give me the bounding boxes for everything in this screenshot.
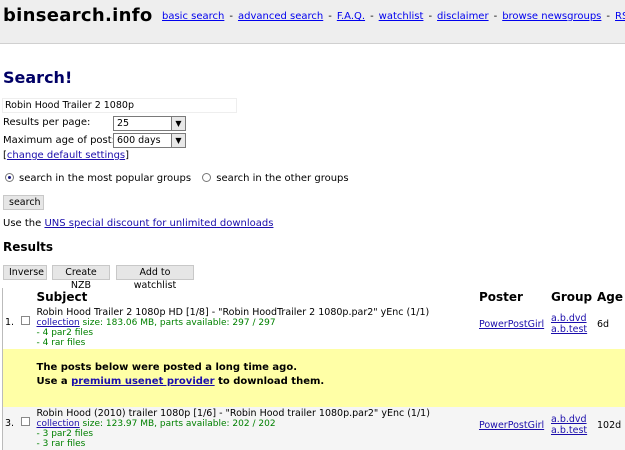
inverse-button[interactable]: Inverse	[3, 265, 47, 280]
group-link-dvd[interactable]: a.b.dvd	[551, 414, 587, 425]
nav-advanced-search[interactable]: advanced search	[238, 11, 323, 22]
search-input[interactable]: Robin Hood Trailer 2 1080p	[2, 98, 237, 113]
notice-line-1: The posts below were posted a long time …	[37, 361, 624, 375]
other-groups-label: search in the other groups	[216, 173, 348, 184]
nav-basic-search[interactable]: basic search	[162, 11, 224, 22]
site-logo[interactable]: binsearch.info	[3, 5, 153, 26]
results-per-page-value: 25	[117, 118, 129, 129]
col-subject: Subject	[35, 288, 477, 306]
max-age-label: Maximum age of post:	[3, 135, 115, 146]
notice-prefix: Use a	[37, 376, 72, 387]
chevron-down-icon: ▼	[171, 134, 185, 147]
uns-discount-link[interactable]: UNS special discount for unlimited downl…	[44, 218, 273, 229]
row-checkbox[interactable]	[21, 316, 30, 325]
col-group: Group	[549, 288, 595, 306]
search-button[interactable]: search	[3, 195, 44, 210]
row-par2-files: - 4 par2 files	[37, 328, 475, 338]
premium-provider-link[interactable]: premium usenet provider	[71, 376, 215, 387]
row-meta: size: 123.97 MB, parts available: 202 / …	[80, 419, 276, 429]
top-nav: basic search-advanced search-F.A.Q.-watc…	[162, 11, 625, 22]
col-poster: Poster	[477, 288, 549, 306]
row-par2-files: - 3 par2 files	[37, 429, 475, 439]
change-defaults: [change default settings]	[3, 150, 129, 161]
nav-faq[interactable]: F.A.Q.	[337, 11, 365, 22]
poster-link[interactable]: PowerPostGirl	[479, 319, 544, 330]
col-age: Age	[595, 288, 625, 306]
popular-groups-radio[interactable]	[5, 173, 14, 182]
create-nzb-button[interactable]: Create NZB	[52, 265, 110, 280]
other-groups-radio[interactable]	[202, 173, 211, 182]
results-table: Subject Poster Group Age 1. Robin Hood T…	[2, 288, 625, 450]
chevron-down-icon: ▼	[171, 117, 185, 130]
change-default-settings-link[interactable]: change default settings	[7, 150, 125, 161]
nav-rss[interactable]: RSS	[615, 11, 625, 22]
row-rar-files: - 3 rar files	[37, 439, 475, 449]
row-age: 6d	[595, 306, 625, 349]
row-meta: size: 183.06 MB, parts available: 297 / …	[80, 318, 276, 328]
results-header-row: Subject Poster Group Age	[3, 288, 625, 306]
old-posts-notice: The posts below were posted a long time …	[3, 349, 625, 407]
poster-link[interactable]: PowerPostGirl	[479, 420, 544, 431]
uns-prefix: Use the	[3, 218, 44, 229]
add-to-watchlist-button[interactable]: Add to watchlist	[116, 265, 194, 280]
results-per-page-label: Results per page:	[3, 117, 90, 128]
popular-groups-label: search in the most popular groups	[19, 173, 191, 184]
nav-disclaimer[interactable]: disclaimer	[437, 11, 489, 22]
results-heading: Results	[3, 240, 53, 254]
group-link-test[interactable]: a.b.test	[551, 425, 587, 436]
notice-suffix: to download them.	[215, 376, 325, 387]
nav-watchlist[interactable]: watchlist	[379, 11, 424, 22]
table-row: 1. Robin Hood Trailer 2 1080p HD [1/8] -…	[3, 306, 625, 349]
row-number: 1.	[3, 306, 19, 349]
collection-link[interactable]: collection	[37, 419, 80, 429]
row-subject: Robin Hood (2010) trailer 1080p [1/6] - …	[37, 408, 475, 419]
max-age-select[interactable]: 600 days ▼	[113, 133, 186, 148]
row-checkbox[interactable]	[21, 417, 30, 426]
group-scope-options: search in the most popular groups search…	[5, 173, 349, 184]
results-per-page-select[interactable]: 25 ▼	[113, 116, 186, 131]
max-age-value: 600 days	[117, 135, 161, 146]
site-header: binsearch.info basic search-advanced sea…	[0, 0, 625, 44]
uns-promo: Use the UNS special discount for unlimit…	[3, 218, 273, 229]
collection-link[interactable]: collection	[37, 318, 80, 328]
row-rar-files: - 4 rar files	[37, 338, 475, 348]
page-title: Search!	[3, 68, 72, 87]
row-subject: Robin Hood Trailer 2 1080p HD [1/8] - "R…	[37, 307, 475, 318]
nav-browse-newsgroups[interactable]: browse newsgroups	[502, 11, 601, 22]
group-link-test[interactable]: a.b.test	[551, 324, 587, 335]
group-link-dvd[interactable]: a.b.dvd	[551, 313, 587, 324]
